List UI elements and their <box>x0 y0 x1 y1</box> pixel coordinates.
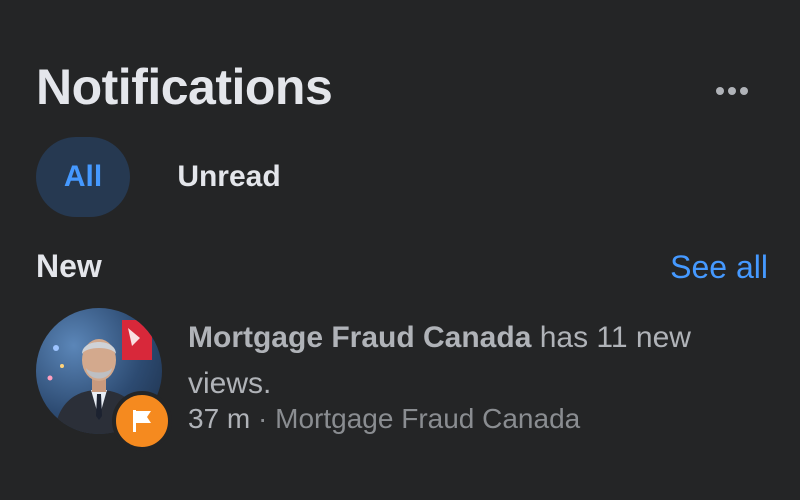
page-badge <box>112 391 172 451</box>
flag-icon <box>133 410 151 432</box>
section-title-new: New <box>36 248 102 284</box>
more-horizontal-icon <box>716 87 724 95</box>
notifications-panel: Notifications All Unread New See all Mor… <box>0 0 800 500</box>
meta-separator: · <box>250 403 276 434</box>
notification-source: Mortgage Fraud Canada <box>275 403 581 434</box>
tab-all[interactable]: All <box>36 137 130 217</box>
notification-page-name: Mortgage Fraud Canada <box>188 321 532 354</box>
notification-time: 37 m <box>188 403 251 434</box>
notification-message: Mortgage Fraud Canada has 11 new views. <box>188 315 708 407</box>
page-title: Notifications <box>36 59 333 115</box>
see-all-link[interactable]: See all <box>670 249 768 286</box>
more-options-button[interactable] <box>704 76 760 106</box>
tab-unread[interactable]: Unread <box>160 137 298 217</box>
notification-item[interactable]: Mortgage Fraud Canada has 11 new views. … <box>36 305 776 451</box>
notification-meta: 37 m · Mortgage Fraud Canada <box>188 403 580 435</box>
